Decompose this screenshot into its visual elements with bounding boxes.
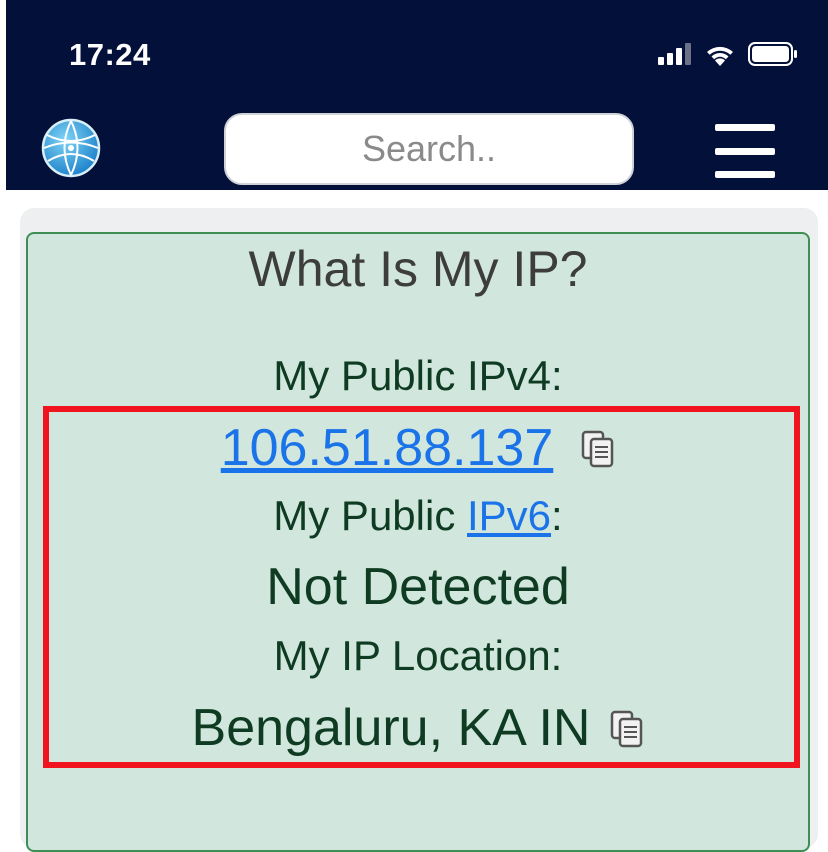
- ipv6-link[interactable]: IPv6: [467, 492, 551, 539]
- ipv6-value: Not Detected: [266, 558, 570, 616]
- menu-bar: [715, 147, 775, 155]
- wifi-icon: [707, 46, 733, 66]
- site-logo[interactable]: [40, 117, 102, 179]
- menu-bar: [715, 124, 775, 131]
- menu-bar: [715, 171, 775, 178]
- page-title: What Is My IP?: [248, 241, 588, 297]
- copy-location-icon[interactable]: [610, 701, 644, 761]
- top-header: 17:24: [6, 0, 828, 190]
- ipv6-label-prefix: My Public: [273, 492, 467, 539]
- copy-ipv4-icon[interactable]: [581, 421, 615, 481]
- hamburger-menu-button[interactable]: [715, 124, 775, 178]
- status-icons: [658, 38, 798, 70]
- location-value: Bengaluru, KA IN: [191, 699, 591, 757]
- ipv6-label: My Public IPv6:: [26, 492, 810, 540]
- ipv4-label: My Public IPv4:: [273, 352, 563, 399]
- battery-icon: [748, 42, 797, 66]
- ipv6-label-suffix: :: [551, 492, 563, 539]
- search-input[interactable]: [224, 113, 634, 185]
- status-time: 17:24: [69, 37, 151, 72]
- location-label: My IP Location:: [273, 632, 563, 679]
- ipv4-row: 106.51.88.137: [26, 418, 810, 481]
- location-row: Bengaluru, KA IN: [26, 698, 810, 761]
- signal-icon: [658, 43, 691, 65]
- ipv4-address-link[interactable]: 106.51.88.137: [221, 419, 554, 477]
